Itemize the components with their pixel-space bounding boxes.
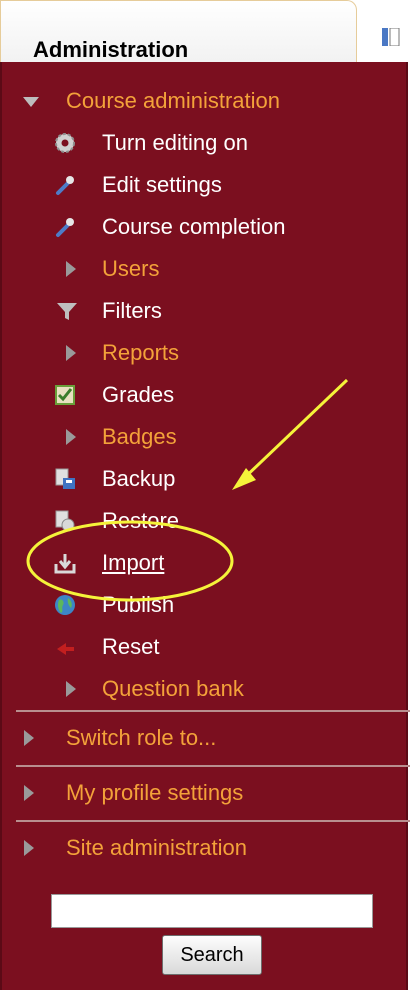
menu-label-reports: Reports: [102, 340, 180, 365]
menu-label-edit-settings: Edit settings: [102, 172, 222, 197]
chevron-right-icon: [66, 261, 76, 277]
course-admin-label: Course administration: [66, 88, 280, 113]
menu-label-switch-role: Switch role to...: [66, 725, 217, 750]
menu-label-my-profile: My profile settings: [66, 780, 244, 805]
grades-icon: [55, 385, 75, 405]
section-divider: [16, 820, 410, 822]
search-input[interactable]: [51, 894, 373, 928]
admin-block-body: Course administration Turn editing on Ed…: [0, 62, 410, 990]
funnel-icon: [57, 303, 77, 320]
dock-icon[interactable]: [382, 28, 400, 46]
menu-label-publish: Publish: [102, 592, 175, 617]
import-icon: [54, 554, 76, 574]
menu-label-grades: Grades: [102, 382, 175, 407]
section-divider: [16, 765, 410, 767]
menu-label-reset: Reset: [102, 634, 160, 659]
restore-icon: [55, 510, 75, 532]
chevron-right-icon: [66, 681, 76, 697]
reset-icon: [57, 643, 74, 655]
menu-label-backup: Backup: [102, 466, 176, 491]
administration-block: Administration Course administration Tur…: [0, 0, 414, 990]
gear-icon: [55, 133, 75, 153]
chevron-right-icon: [66, 345, 76, 361]
wrench-icon: [56, 218, 74, 237]
search-button[interactable]: Search: [162, 935, 262, 975]
globe-icon: [55, 595, 75, 615]
menu-label-users: Users: [102, 256, 160, 281]
chevron-down-icon: [23, 97, 39, 107]
backup-icon: [55, 468, 75, 489]
admin-header-title: Administration: [33, 37, 189, 62]
menu-label-question-bank: Question bank: [102, 676, 244, 701]
chevron-right-icon: [24, 785, 34, 801]
admin-header-tab: Administration: [0, 0, 357, 66]
chevron-right-icon: [24, 730, 34, 746]
menu-label-filters: Filters: [102, 298, 162, 323]
menu-label-course-completion: Course completion: [102, 214, 286, 239]
chevron-right-icon: [24, 840, 34, 856]
menu-label-import[interactable]: Import: [102, 543, 164, 583]
menu-label-turn-editing-on: Turn editing on: [102, 130, 248, 155]
chevron-right-icon: [66, 429, 76, 445]
section-divider: [16, 710, 410, 712]
menu-label-site-admin: Site administration: [66, 835, 247, 860]
menu-label-badges: Badges: [102, 424, 177, 449]
wrench-icon: [56, 176, 74, 195]
menu-label-restore: Restore: [102, 508, 180, 533]
